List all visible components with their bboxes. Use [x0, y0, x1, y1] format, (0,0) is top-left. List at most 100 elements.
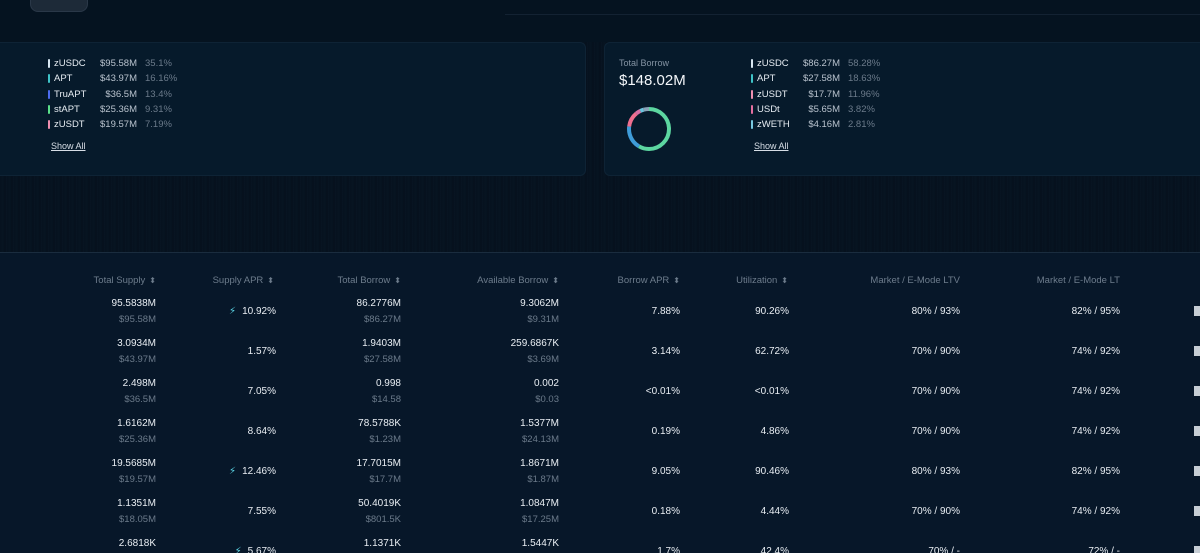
cell-value: 74% / 92% [1071, 346, 1120, 357]
column-header-utilization[interactable]: Utilization ⬍ [736, 275, 788, 286]
truncated-column-edge [1194, 506, 1200, 516]
cell-ltv: 70% / 90% [912, 506, 960, 517]
asset-value: $5.65M [808, 104, 840, 116]
asset-value: $86.27M [803, 58, 840, 70]
cell-borrow-apr: 0.19% [652, 426, 680, 437]
cell-avail: 1.0847M [520, 498, 559, 509]
cell-value: 78.5788K [358, 418, 401, 429]
cell-usd-value: $17.25M [522, 514, 559, 525]
sort-icon: ⬍ [267, 276, 274, 285]
asset-value: $95.58M [100, 58, 137, 70]
legend-item: zUSDT $19.57M 7.19% [48, 117, 177, 132]
asset-value: $4.16M [808, 119, 840, 131]
cell-value: 82% / 95% [1071, 306, 1120, 317]
cell-supply-apr: 8.64% [248, 426, 276, 437]
column-header-total-borrow[interactable]: Total Borrow ⬍ [337, 275, 401, 286]
sort-icon: ⬍ [394, 276, 401, 285]
header-label: Utilization [736, 275, 778, 286]
asset-share: 3.82% [848, 104, 875, 116]
top-divider [505, 14, 1200, 15]
legend-swatch [751, 105, 753, 115]
top-nav-button[interactable] [30, 0, 88, 12]
cell-supply-apr: ⚡ 12.46% [229, 466, 276, 477]
cell-usd-value: $1.23M [369, 434, 401, 445]
legend-item: USDt $5.65M 3.82% [751, 102, 880, 117]
cell-usd-value: $18.05M [119, 514, 156, 525]
borrow-show-all-link[interactable]: Show All [754, 141, 789, 151]
supply-legend: zUSDC $95.58M 35.1% APT $43.97M 16.16% TruAP… [48, 56, 177, 132]
cell-value: 50.4019K [358, 498, 401, 509]
cell-avail: 1.8671M [520, 458, 559, 469]
legend-swatch [48, 120, 50, 130]
cell-util: 4.44% [761, 506, 789, 517]
legend-item: TruAPT $36.5M 13.4% [48, 87, 177, 102]
cell-value: 8.64% [247, 426, 276, 437]
donut-segments [627, 107, 671, 151]
column-header-total-supply[interactable]: Total Supply ⬍ [94, 275, 156, 286]
market-overview [0, 42, 1200, 252]
total-borrow-value: $148.02M [619, 72, 686, 89]
column-header-borrow-apr[interactable]: Borrow APR ⬍ [618, 275, 680, 286]
asset-share: 58.28% [848, 58, 881, 70]
cell-util: <0.01% [755, 386, 789, 397]
asset-name: stAPT [54, 104, 80, 116]
column-header-available-borrow[interactable]: Available Borrow ⬍ [477, 275, 559, 286]
cell-avail: 259.6867K [511, 338, 559, 349]
cell-value: 82% / 95% [1071, 466, 1120, 477]
column-header-supply-apr[interactable]: Supply APR ⬍ [213, 275, 274, 286]
cell-usd-value: $3.69M [527, 354, 559, 365]
cell-value: 7.05% [247, 386, 276, 397]
cell-lt: 74% / 92% [1072, 386, 1120, 397]
cell-util: 62.72% [755, 346, 789, 357]
cell-value: 1.8671M [520, 458, 559, 469]
cell-ltv: 70% / 90% [912, 386, 960, 397]
cell-usd-value: $14.58 [371, 394, 401, 405]
cell-value: 4.86% [760, 426, 789, 437]
cell-supply: 3.0934M [117, 338, 156, 349]
cell-value: 7.55% [247, 506, 276, 517]
cell-value: 86.2776M [356, 298, 401, 309]
cell-lt: 82% / 95% [1072, 306, 1120, 317]
cell-supply: 19.5685M [112, 458, 156, 469]
cell-avail: 0.002 [534, 378, 559, 389]
cell-value: 0.19% [651, 426, 680, 437]
header-label: Borrow APR [617, 275, 670, 286]
cell-avail: 1.5447K [522, 538, 559, 549]
sort-icon: ⬍ [673, 276, 680, 285]
cell-lt: 82% / 95% [1072, 466, 1120, 477]
cell-usd-value: $17.7M [369, 474, 401, 485]
cell-ltv: 70% / 90% [912, 426, 960, 437]
cell-value: 74% / 92% [1071, 506, 1120, 517]
cell-value: 0.18% [651, 506, 680, 517]
sort-icon: ⬍ [781, 276, 788, 285]
cell-value: 1.1351M [117, 498, 156, 509]
legend-swatch [48, 74, 50, 84]
legend-item: zUSDC $95.58M 35.1% [48, 56, 177, 71]
cell-usd-value: $36.5M [124, 394, 156, 405]
borrow-legend: zUSDC $86.27M 58.28% APT $27.58M 18.63% zUSD… [751, 56, 880, 132]
cell-lt: 74% / 92% [1072, 506, 1120, 517]
cell-value: 0.002 [533, 378, 559, 389]
lightning-icon: ⚡ [229, 306, 237, 317]
cell-value: 1.0847M [520, 498, 559, 509]
truncated-column-edge [1194, 466, 1200, 476]
cell-value: 90.46% [755, 466, 789, 477]
cell-value: 1.6162M [117, 418, 156, 429]
cell-supply-apr: 7.55% [248, 506, 276, 517]
header-label: Available Borrow [477, 275, 549, 286]
cell-avail: 1.5377M [520, 418, 559, 429]
header-label: Total Borrow [337, 275, 391, 286]
cell-lt: 74% / 92% [1072, 346, 1120, 357]
cell-ltv: 80% / 93% [912, 466, 960, 477]
cell-usd-value: $1.87M [527, 474, 559, 485]
cell-util: 4.86% [761, 426, 789, 437]
cell-value: 1.5377M [520, 418, 559, 429]
supply-show-all-link[interactable]: Show All [51, 141, 86, 151]
cell-util: 90.46% [755, 466, 789, 477]
cell-usd-value: $801.5K [365, 514, 401, 525]
asset-name: zWETH [757, 119, 790, 131]
cell-value: 70% / 90% [911, 506, 960, 517]
cell-value: 19.5685M [111, 458, 156, 469]
cell-usd-value: $19.57M [119, 474, 156, 485]
cell-value: 74% / 92% [1071, 426, 1120, 437]
